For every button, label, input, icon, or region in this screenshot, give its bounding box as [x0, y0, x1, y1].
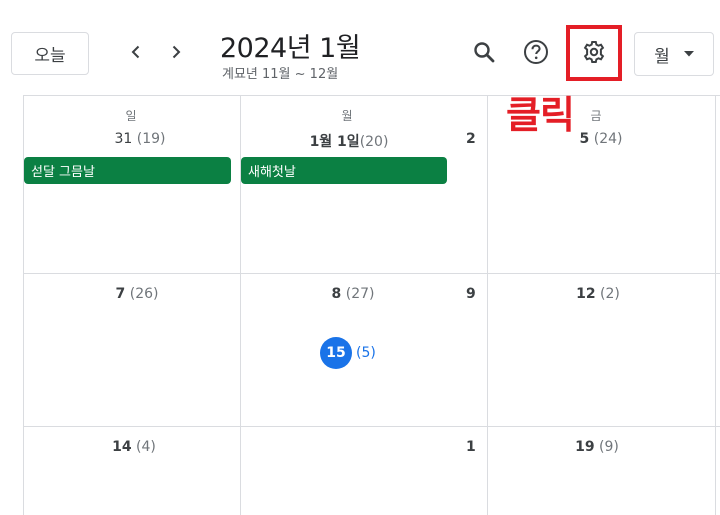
day-number: 5 — [579, 131, 590, 147]
page-title: 2024년 1월 — [220, 33, 361, 64]
day-number: 19 — [575, 439, 595, 455]
day-number: 1 — [466, 439, 476, 455]
lunar-date: (2) — [600, 286, 620, 302]
previous-month-button[interactable] — [118, 34, 154, 70]
day-cell-number-partial[interactable]: 9 — [466, 286, 476, 302]
day-number: 8 — [331, 286, 342, 302]
event-chip[interactable]: 섣달 그믐날 — [24, 157, 231, 184]
day-cell-number[interactable]: 31 (19) — [114, 131, 165, 147]
day-number: 2 — [466, 131, 476, 147]
lunar-date: (27) — [345, 286, 375, 302]
lunar-date: (20) — [359, 134, 389, 150]
month-grid: 일 월 금 31 (19) 1월 1일(20) 2 5 (24) 섣달 그믐날 … — [0, 95, 720, 515]
weekday-header-mon: 월 — [341, 109, 353, 123]
view-selector-label: 월 — [654, 46, 670, 67]
calendar-header: 오늘 2024년 1월 계묘년 11월 ~ 12월 월 — [0, 0, 720, 95]
today-lunar-date: (5) — [356, 345, 376, 361]
arrow-drop-down-icon — [683, 51, 694, 57]
chevron-right-icon — [168, 44, 184, 60]
weekday-header-sun: 일 — [125, 109, 137, 123]
grid-line — [23, 426, 720, 427]
search-icon — [472, 40, 496, 64]
help-button[interactable] — [518, 34, 554, 70]
help-icon — [523, 39, 549, 65]
lunar-date: (24) — [593, 131, 623, 147]
view-selector[interactable]: 월 — [634, 32, 714, 76]
grid-line — [23, 273, 720, 274]
day-number: 12 — [576, 286, 596, 302]
event-chip[interactable]: 새해첫날 — [241, 157, 447, 184]
grid-line — [23, 95, 720, 96]
calendar-page: 오늘 2024년 1월 계묘년 11월 ~ 12월 월 클릭 일 월 금 31 … — [0, 0, 720, 515]
grid-line — [487, 95, 488, 515]
day-number: 9 — [466, 286, 476, 302]
day-number: 14 — [112, 439, 132, 455]
day-number: 31 — [114, 131, 133, 147]
lunar-date: (9) — [599, 439, 619, 455]
day-cell-number[interactable]: 1월 1일(20) — [310, 131, 389, 151]
lunar-subtitle: 계묘년 11월 ~ 12월 — [222, 67, 339, 82]
day-number: 1월 1일 — [309, 134, 360, 150]
next-month-button[interactable] — [158, 34, 194, 70]
today-date-circle[interactable]: 15 — [320, 337, 352, 369]
weekday-header-fri: 금 — [590, 109, 602, 123]
day-cell-number-partial[interactable]: 2 — [466, 131, 476, 147]
day-number: 7 — [115, 286, 126, 302]
lunar-date: (26) — [129, 286, 159, 302]
day-cell-number[interactable]: 7 (26) — [116, 286, 159, 302]
day-cell-number[interactable]: 12 (2) — [576, 286, 620, 302]
day-cell-number[interactable]: 8 (27) — [332, 286, 375, 302]
search-button[interactable] — [466, 34, 502, 70]
day-cell-number[interactable]: 5 (24) — [580, 131, 623, 147]
lunar-date: (19) — [136, 131, 166, 147]
grid-line — [715, 95, 716, 515]
day-cell-number-partial[interactable]: 1 — [466, 439, 476, 455]
day-cell-number[interactable]: 19 (9) — [575, 439, 619, 455]
annotation-highlight-box — [566, 25, 622, 81]
today-button[interactable]: 오늘 — [11, 32, 89, 75]
chevron-left-icon — [128, 44, 144, 60]
lunar-date: (4) — [136, 439, 156, 455]
click-annotation: 클릭 — [506, 93, 575, 137]
day-cell-number[interactable]: 14 (4) — [112, 439, 156, 455]
